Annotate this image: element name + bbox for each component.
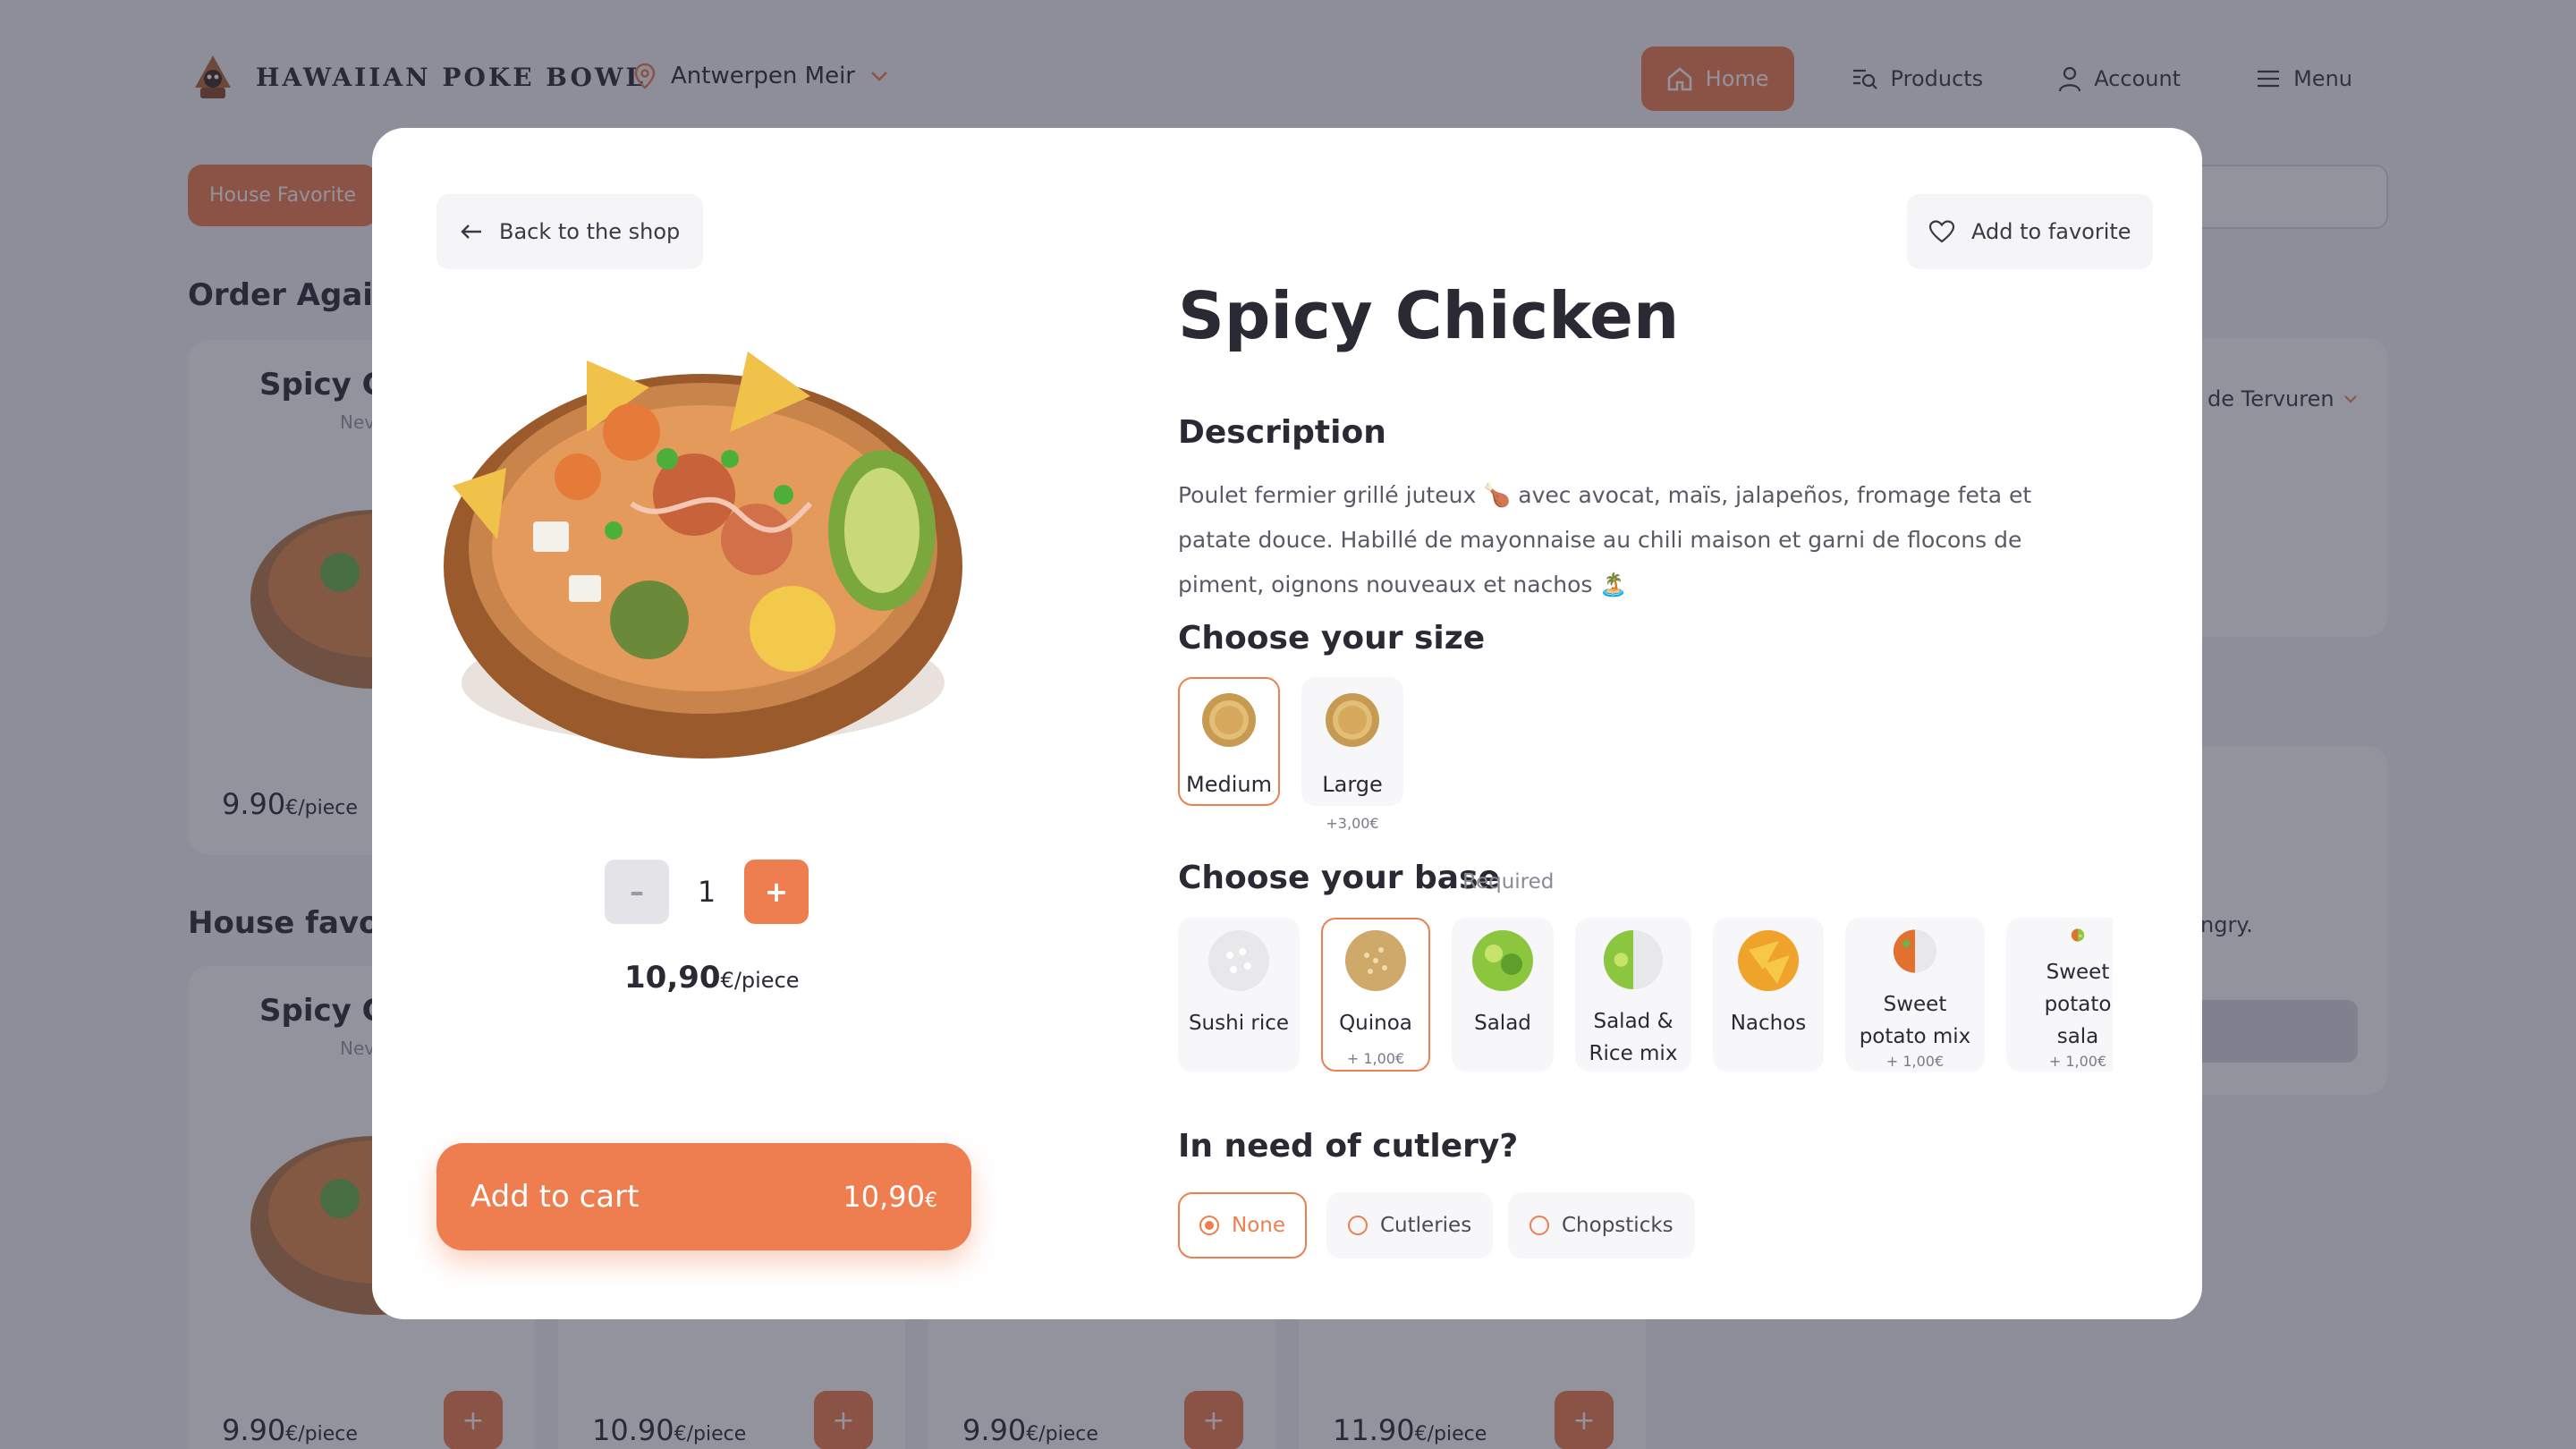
base-option-salad[interactable]: Salad [1452,918,1554,1072]
size-option-medium[interactable]: Medium [1178,677,1280,806]
cart-total-value: 10,90 [843,1180,925,1214]
back-to-shop-button[interactable]: Back to the shop [436,194,704,269]
salad-icon [1472,930,1533,991]
quantity-value: 1 [697,875,716,909]
salad-rice-mix-icon [1603,929,1664,990]
base-option-sweet-potato-mix[interactable]: Sweet potato mix + 1,00€ [1845,918,1985,1072]
description-heading: Description [1178,414,1386,451]
large-bowl-icon [1326,693,1379,747]
cutlery-option-chopsticks[interactable]: Chopsticks [1508,1192,1695,1258]
favorite-label: Add to favorite [1971,219,2131,244]
product-detail-modal: Back to the shop Add to favorite – 1 + 1… [372,128,2202,1319]
nachos-icon [1738,930,1799,991]
size-heading: Choose your size [1178,620,1486,657]
quantity-stepper: – 1 + [605,860,809,924]
base-option-sushi-rice[interactable]: Sushi rice [1178,918,1300,1072]
add-to-favorite-button[interactable]: Add to favorite [1907,194,2153,269]
base-label: Sushi rice [1188,1012,1290,1035]
product-description: Poulet fermier grillé juteux 🍗 avec avoc… [1178,482,2032,597]
cutlery-option-cutleries[interactable]: Cutleries [1326,1192,1494,1258]
base-option-nachos[interactable]: Nachos [1713,918,1824,1072]
radio-selected-icon [1199,1216,1219,1235]
size-extra-price: +3,00€ [1326,815,1379,832]
base-heading: Choose your base [1178,860,1500,896]
quinoa-icon [1345,930,1406,991]
base-extra-price: + 1,00€ [1346,1050,1405,1067]
add-to-cart-label: Add to cart [470,1179,640,1215]
heart-icon [1928,220,1955,243]
cutlery-label: Cutleries [1380,1214,1472,1237]
base-extra-price: + 1,00€ [2048,1053,2107,1070]
spicy-chicken-bowl-image [444,352,962,758]
decrease-quantity-button[interactable]: – [605,860,669,924]
sweet-potato-salad-icon [2071,928,2085,942]
base-label: Salad [1474,1012,1531,1035]
sweet-potato-mix-icon [1893,929,1937,973]
size-label: Large [1322,772,1383,797]
small-bowl-icon [1202,693,1256,747]
base-label: Quinoa [1339,1012,1412,1035]
sushi-rice-icon [1208,930,1269,991]
add-to-cart-button[interactable]: Add to cart 10,90€ [436,1143,971,1250]
radio-unselected-icon [1348,1216,1368,1235]
base-options: Sushi rice Quinoa + 1,00€ Salad Salad & … [1178,918,2113,1097]
base-label: Sweet potato mix [1859,993,1971,1048]
cart-total: 10,90€ [843,1180,937,1214]
base-option-salad-rice-mix[interactable]: Salad & Rice mix [1575,918,1691,1072]
increase-quantity-button[interactable]: + [744,860,809,924]
base-label: Sweet potato sala [2044,961,2112,1048]
base-extra-price: + 1,00€ [1885,1053,1945,1070]
cart-currency: € [925,1190,937,1212]
product-title: Spicy Chicken [1178,278,1680,353]
size-option-large[interactable]: Large [1301,677,1403,806]
unit-price: 10,90€/piece [624,960,800,996]
size-label: Medium [1186,772,1272,797]
arrow-left-icon [461,225,481,239]
base-label: Nachos [1730,1012,1807,1035]
unit-price-suffix: €/piece [720,968,800,993]
back-label: Back to the shop [499,219,681,244]
base-option-quinoa[interactable]: Quinoa + 1,00€ [1321,918,1430,1072]
base-option-sweet-potato-salad[interactable]: Sweet potato sala + 1,00€ [2006,918,2113,1072]
base-label: Salad & Rice mix [1589,1010,1678,1065]
cutlery-option-none[interactable]: None [1178,1192,1308,1258]
radio-unselected-icon [1530,1216,1549,1235]
cutlery-label: Chopsticks [1562,1214,1674,1237]
unit-price-value: 10,90 [624,960,721,996]
cutlery-heading: In need of cutlery? [1178,1128,1519,1165]
cutlery-label: None [1232,1214,1286,1237]
required-label: Required [1462,870,1555,894]
